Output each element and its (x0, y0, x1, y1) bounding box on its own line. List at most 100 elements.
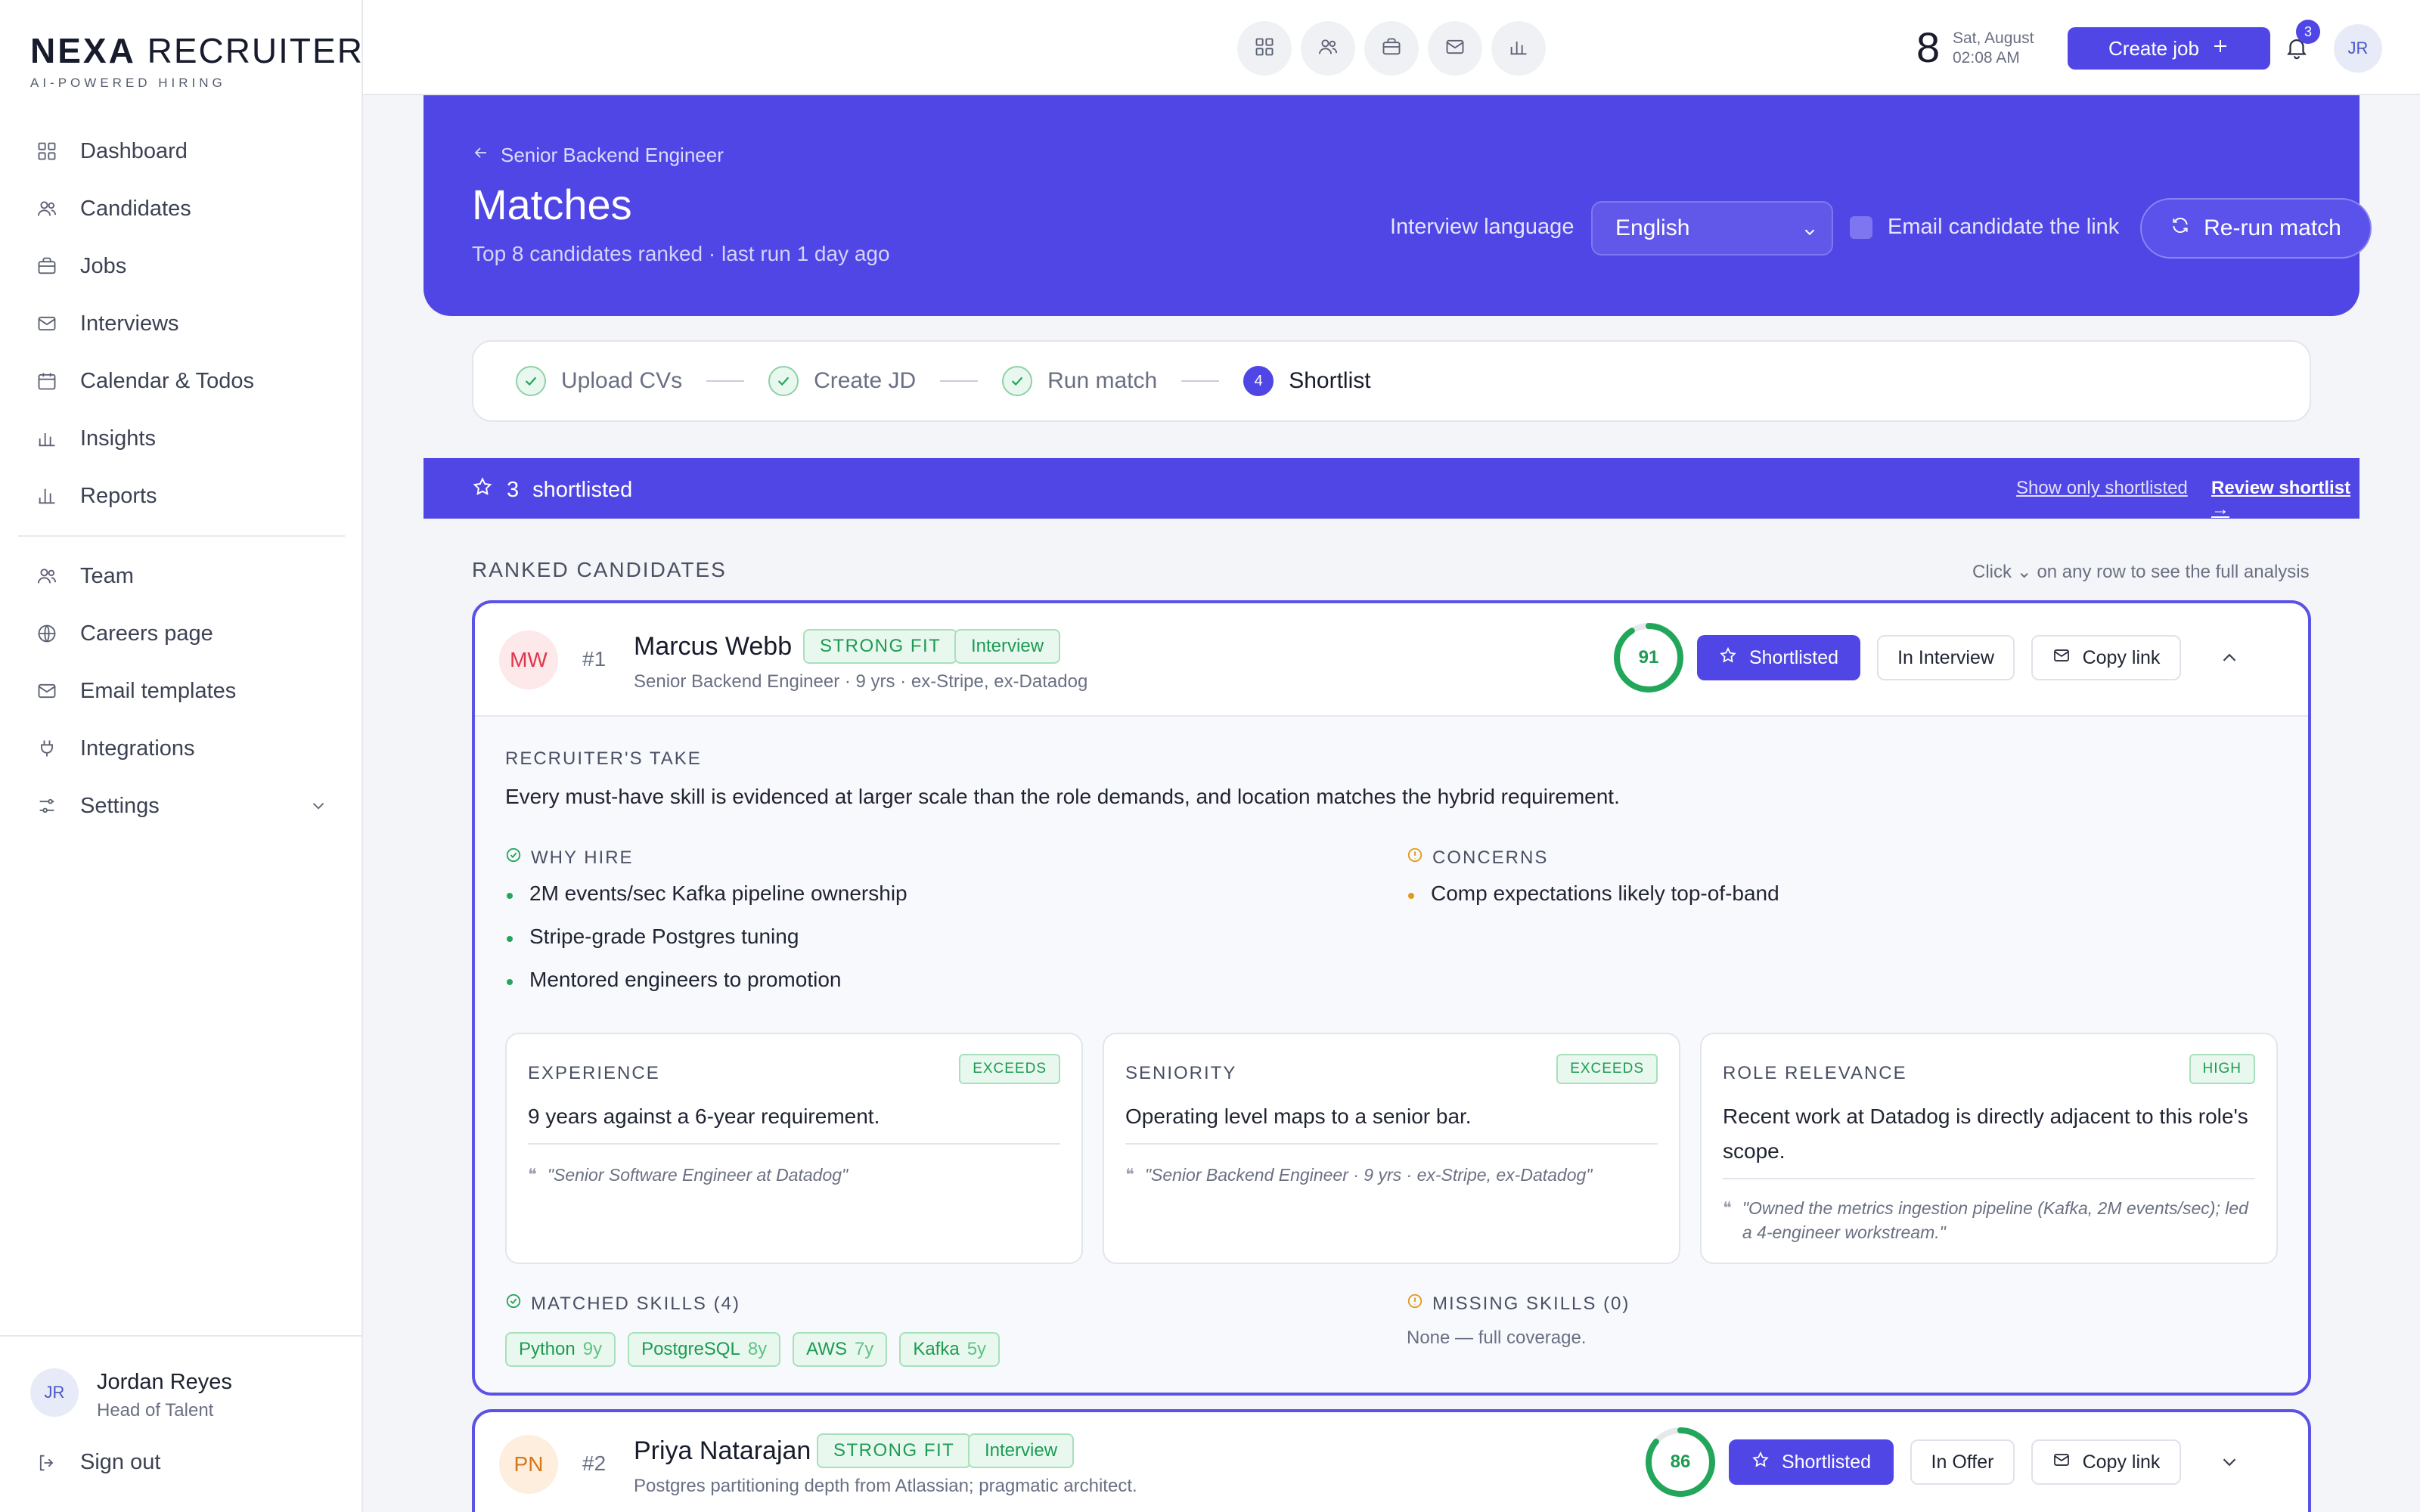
sidebar-item-label: Insights (80, 426, 156, 451)
assessment-tag: EXCEEDS (1556, 1054, 1658, 1084)
concerns-list: Comp expectations likely top-of-band (1407, 881, 1779, 925)
sidebar-item-label: Candidates (80, 196, 191, 221)
sidebar-item-candidates[interactable]: Candidates (18, 180, 345, 237)
bar-chart-icon (36, 428, 57, 449)
show-only-shortlisted-link[interactable]: Show only shortlisted (2016, 478, 2188, 499)
top-bar: 8 Sat, August 02:08 AM Create job 3 JR (363, 0, 2420, 95)
candidate-name: Priya Natarajan (634, 1436, 811, 1465)
copy-link-button[interactable]: Copy link (2031, 1439, 2181, 1485)
sidebar-item-team[interactable]: Team (18, 547, 345, 605)
seniority-card: SENIORITY EXCEEDS Operating level maps t… (1103, 1033, 1680, 1264)
breadcrumb[interactable]: Senior Backend Engineer (472, 144, 724, 167)
assessment-title: ROLE RELEVANCE (1723, 1063, 1907, 1083)
check-circle-icon (505, 1293, 522, 1315)
breadcrumb-label: Senior Backend Engineer (501, 144, 724, 166)
brand-logo[interactable]: NEXA RECRUITER AI-POWERED HIRING (30, 30, 364, 91)
why-hire-list: 2M events/sec Kafka pipeline ownership S… (505, 881, 908, 1011)
stage-badge: Interview (954, 629, 1061, 664)
sidebar-item-careers-page[interactable]: Careers page (18, 605, 345, 662)
avatar[interactable]: JR (2334, 24, 2382, 73)
sidebar-item-label: Dashboard (80, 138, 188, 163)
user-profile: JR Jordan Reyes Head of Talent Sign out (0, 1335, 361, 1512)
step-shortlist[interactable]: 4 Shortlist (1243, 366, 1371, 396)
sidebar-item-integrations[interactable]: Integrations (18, 720, 345, 777)
avatar: MW (499, 631, 558, 689)
sidebar-item-insights[interactable]: Insights (18, 410, 345, 467)
copy-link-button[interactable]: Copy link (2031, 635, 2181, 680)
shortlist-count: 3 shortlisted (472, 476, 632, 503)
rerun-match-button[interactable]: Re-run match (2140, 198, 2372, 259)
main-content: 8 Sat, August 02:08 AM Create job 3 JR S… (363, 0, 2420, 1512)
candidate-row[interactable]: PN #2 Priya Natarajan STRONG FIT Intervi… (475, 1412, 2308, 1512)
shortlist-number: 3 (507, 477, 520, 502)
candidate-row[interactable]: MW #1 Marcus Webb STRONG FIT Interview S… (475, 603, 2308, 715)
chevron-down-icon[interactable] (309, 796, 328, 816)
step-label: Shortlist (1289, 368, 1371, 393)
quick-insights-button[interactable] (1491, 21, 1546, 76)
users-icon (36, 565, 57, 587)
quick-interviews-button[interactable] (1428, 21, 1482, 76)
divider (1125, 1143, 1658, 1145)
assessment-title: EXPERIENCE (528, 1063, 660, 1083)
date-weekday: Sat, August (1953, 29, 2034, 47)
chevron-down-icon[interactable] (2214, 1447, 2245, 1477)
list-item: 2M events/sec Kafka pipeline ownership (505, 881, 908, 925)
list-item: Comp expectations likely top-of-band (1407, 881, 1779, 925)
email-link-label: Email candidate the link (1888, 215, 2120, 239)
chevron-up-icon[interactable] (2214, 643, 2245, 673)
step-run-match[interactable]: Run match (1002, 366, 1157, 396)
calendar-icon (36, 370, 57, 392)
sidebar-item-settings[interactable]: Settings (18, 777, 345, 835)
assessment-text: 9 years against a 6-year requirement. (528, 1105, 880, 1128)
date-time: Sat, August 02:08 AM (1953, 29, 2034, 68)
app-root: NEXA RECRUITER AI-POWERED HIRING Dashboa… (0, 0, 2420, 1512)
avatar[interactable]: JR (30, 1368, 79, 1417)
mail-icon (2052, 1451, 2071, 1474)
sidebar-item-dashboard[interactable]: Dashboard (18, 122, 345, 180)
sign-out-button[interactable]: Sign out (36, 1450, 160, 1475)
sidebar-item-jobs[interactable]: Jobs (18, 237, 345, 295)
ranked-hint: Click ⌄ on any row to see the full analy… (1972, 562, 2310, 582)
candidate-subtitle: Senior Backend Engineer · 9 yrs · ex-Str… (634, 671, 1088, 692)
candidate-name: Marcus Webb (634, 632, 793, 661)
status-button[interactable]: In Interview (1877, 635, 2015, 680)
assessment-tag: EXCEEDS (959, 1054, 1060, 1084)
matches-hero: Senior Backend Engineer Matches Top 8 ca… (424, 95, 2372, 316)
step-create-jd[interactable]: Create JD (768, 366, 916, 396)
arrow-left-icon (472, 144, 490, 167)
missing-skills-label: MISSING SKILLS (0) (1407, 1293, 1630, 1315)
quick-dashboard-button[interactable] (1237, 21, 1292, 76)
sidebar-item-email-templates[interactable]: Email templates (18, 662, 345, 720)
sidebar-item-reports[interactable]: Reports (18, 467, 345, 525)
why-hire-heading: WHY HIRE (531, 847, 634, 868)
page-subtitle: Top 8 candidates ranked · last run 1 day… (472, 242, 890, 265)
email-link-checkbox[interactable] (1850, 216, 1872, 239)
quick-jobs-button[interactable] (1364, 21, 1419, 76)
review-shortlist-link[interactable]: Review shortlist → (2211, 478, 2360, 520)
recruiter-take-text: Every must-have skill is evidenced at la… (505, 785, 1620, 808)
step-upload-cvs[interactable]: Upload CVs (516, 366, 682, 396)
shortlisted-button[interactable]: Shortlisted (1729, 1439, 1894, 1485)
bar-chart-icon (36, 485, 57, 507)
quick-candidates-button[interactable] (1301, 21, 1355, 76)
users-icon (1317, 36, 1339, 61)
missing-skills-text: None — full coverage. (1407, 1328, 1587, 1348)
avatar: PN (499, 1435, 558, 1494)
user-role: Head of Talent (97, 1400, 214, 1421)
mail-icon (36, 680, 57, 702)
sidebar-item-calendar[interactable]: Calendar & Todos (18, 352, 345, 410)
language-select[interactable]: English (1591, 201, 1833, 256)
match-score: 86 (1670, 1452, 1691, 1472)
sliders-icon (36, 795, 57, 816)
step-connector (706, 380, 745, 382)
assessment-quote: ❝ "Senior Software Engineer at Datadog" (528, 1163, 1060, 1187)
matched-skills-label: MATCHED SKILLS (4) (505, 1293, 740, 1315)
shortlisted-button[interactable]: Shortlisted (1697, 635, 1860, 680)
skill-chip: AWS 7y (793, 1332, 888, 1367)
sidebar-item-interviews[interactable]: Interviews (18, 295, 345, 352)
create-job-button[interactable]: Create job (2068, 27, 2270, 70)
shortlisted-label: Shortlisted (1748, 646, 1839, 668)
status-button[interactable]: In Offer (1910, 1439, 2015, 1485)
sidebar-item-label: Reports (80, 483, 157, 508)
date-day: 8 (1916, 23, 1941, 71)
